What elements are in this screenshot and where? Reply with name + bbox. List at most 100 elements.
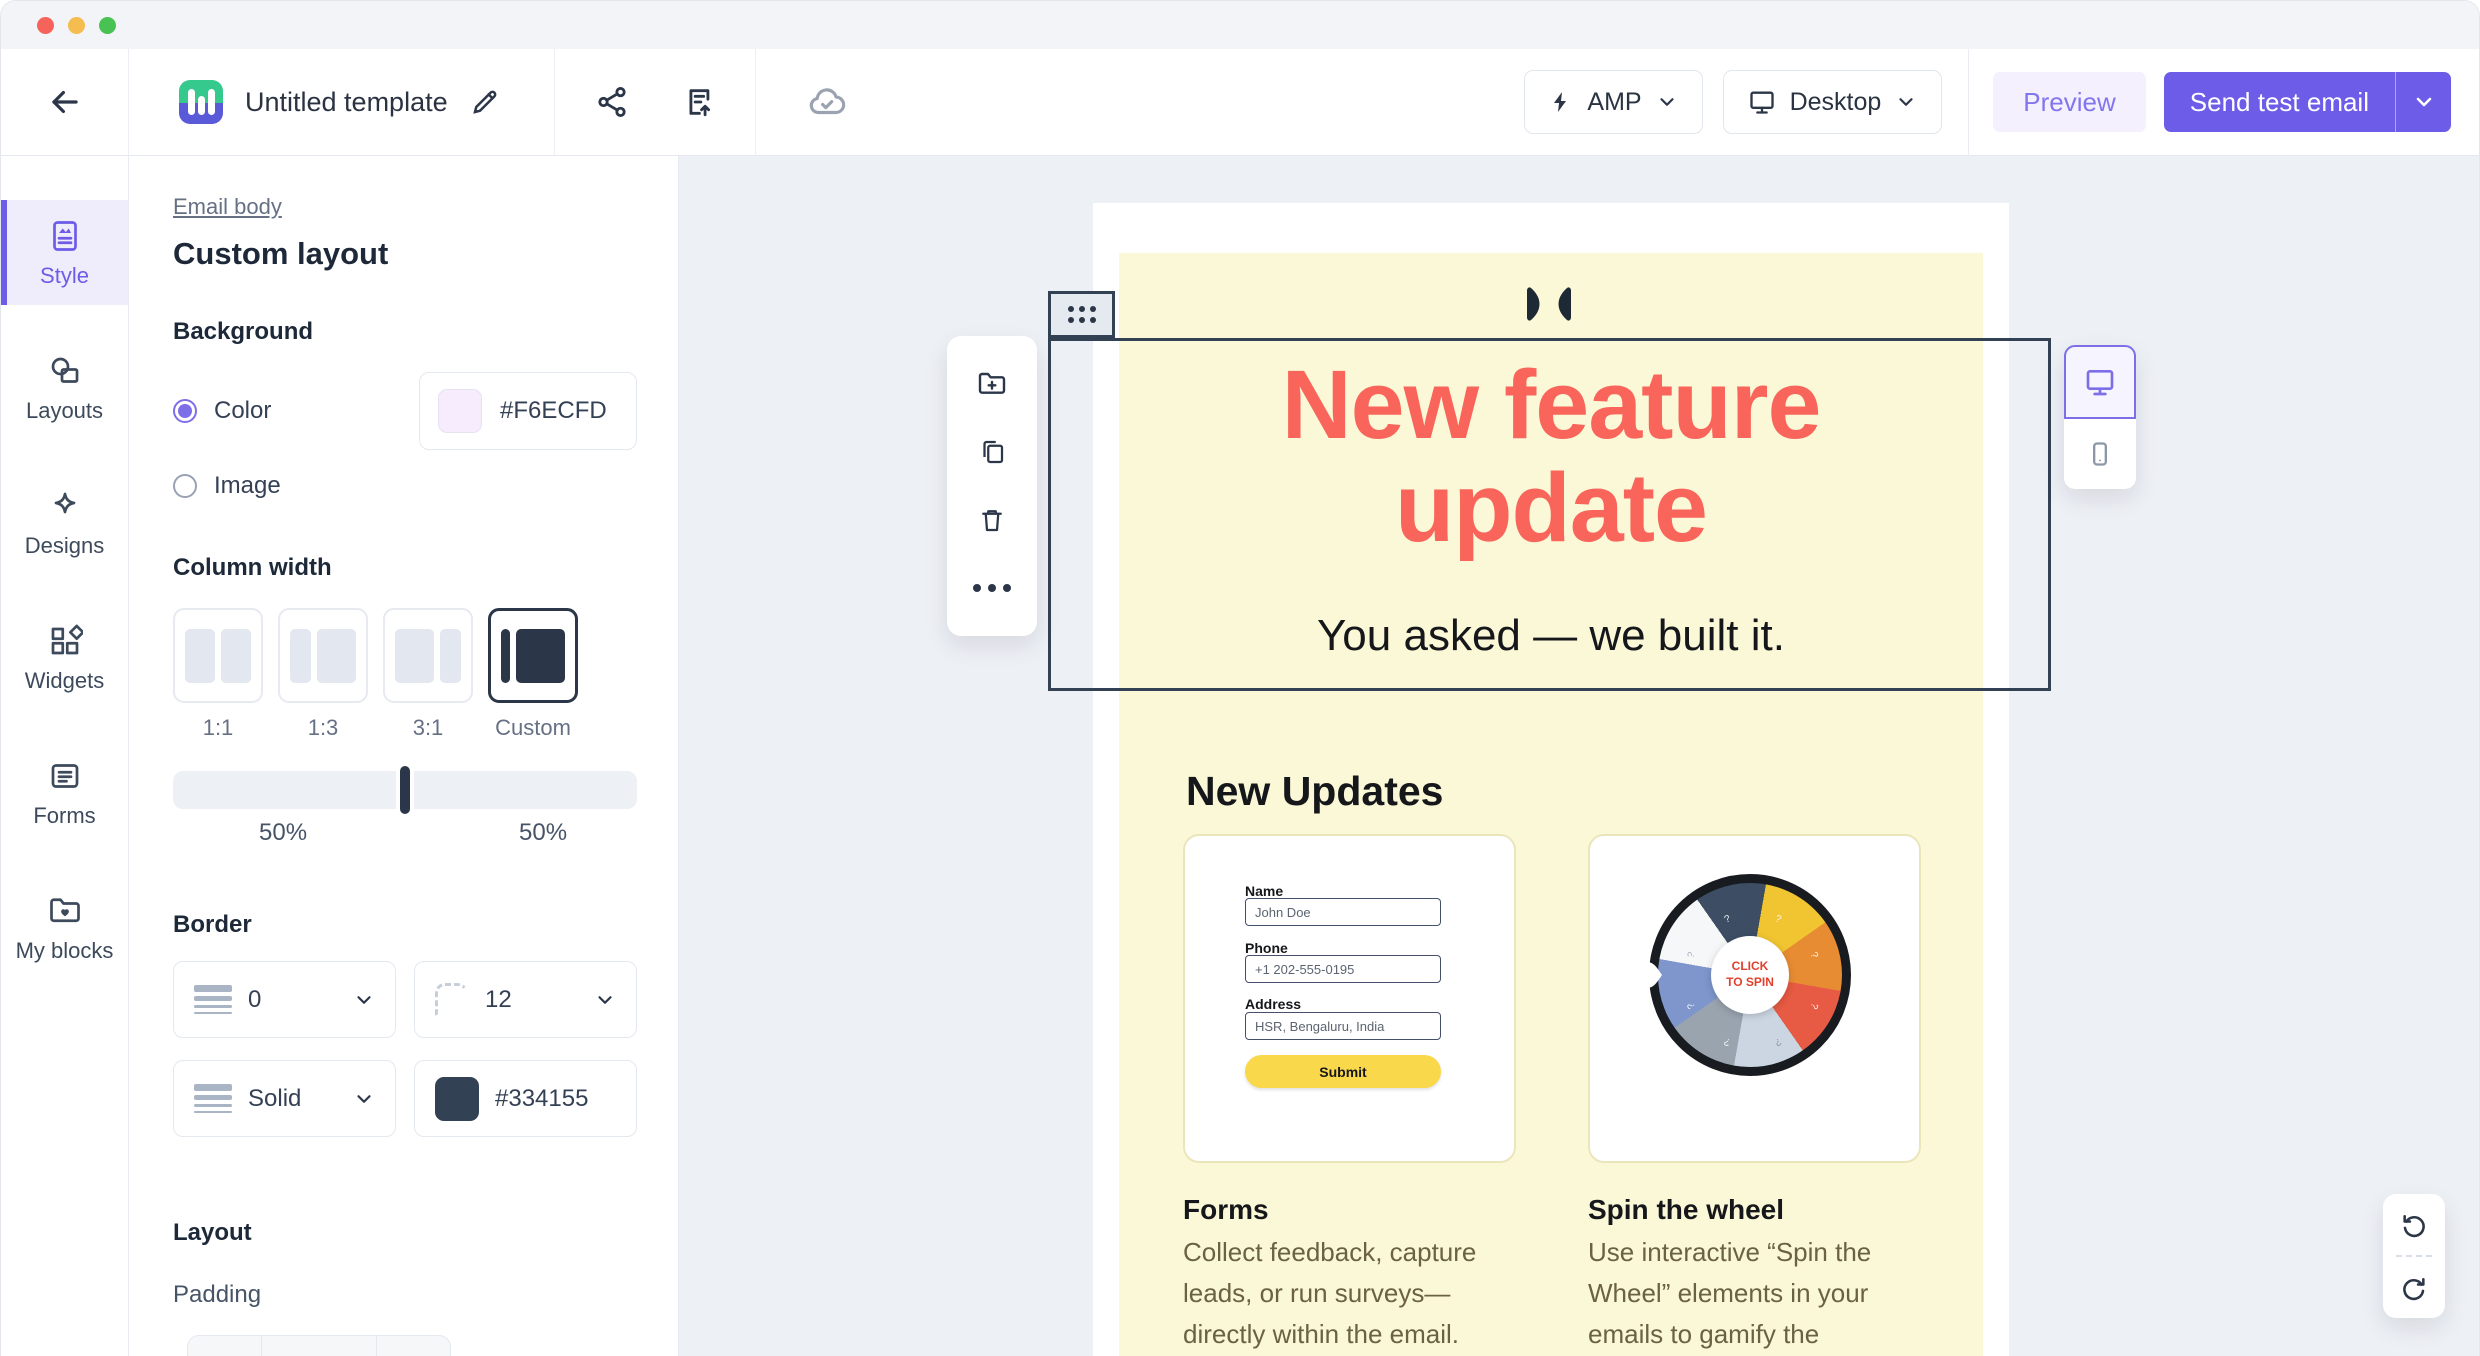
border-width-value: 0 <box>248 986 261 1014</box>
block-resize-handle[interactable] <box>1524 286 1574 327</box>
zoom-window-button[interactable] <box>99 17 116 34</box>
form-name-input[interactable]: John Doe <box>1245 898 1441 926</box>
sidebar-item-my-blocks[interactable]: My blocks <box>1 875 128 980</box>
send-options-dropdown[interactable] <box>2395 72 2451 132</box>
back-arrow-icon <box>46 83 84 121</box>
email-form-card[interactable]: Name John Doe Phone +1 202-555-0195 Addr… <box>1183 834 1516 1163</box>
redo-icon <box>2400 1274 2428 1302</box>
email-hero-title[interactable]: New feature update <box>1151 354 1951 560</box>
more-options-button[interactable] <box>970 566 1014 610</box>
device-mode-dropdown[interactable]: Desktop <box>1723 70 1943 134</box>
template-name: Untitled template <box>245 87 448 118</box>
form-address-input[interactable]: HSR, Bengaluru, India <box>1245 1012 1441 1040</box>
amp-mode-label: AMP <box>1587 88 1641 117</box>
export-template-icon[interactable] <box>681 85 715 119</box>
border-radius-icon <box>435 983 469 1017</box>
save-to-folder-button[interactable] <box>970 362 1014 406</box>
column-option-3-1[interactable] <box>383 608 473 703</box>
left-column-percent: 50% <box>259 819 307 847</box>
background-color-radio[interactable]: Color <box>173 397 271 425</box>
background-image-radio[interactable]: Image <box>173 472 678 500</box>
redo-button[interactable] <box>2400 1274 2428 1302</box>
chevron-down-icon <box>1895 91 1917 113</box>
border-style-dropdown[interactable]: Solid <box>173 1060 396 1137</box>
layouts-icon <box>47 353 83 389</box>
send-test-email-label: Send test email <box>2164 72 2395 132</box>
padding-top-input[interactable]: 0 <box>262 1336 377 1356</box>
form-phone-input[interactable]: +1 202-555-0195 <box>1245 955 1441 983</box>
drag-dots-icon <box>1068 306 1096 323</box>
amp-mode-dropdown[interactable]: AMP <box>1524 70 1702 134</box>
background-section-label: Background <box>173 318 678 346</box>
toolbar-actions <box>555 49 756 155</box>
forms-icon <box>47 758 83 794</box>
block-drag-handle[interactable] <box>1048 291 1115 338</box>
border-color-input[interactable]: #334155 <box>414 1060 637 1137</box>
border-width-dropdown[interactable]: 0 <box>173 961 396 1038</box>
undo-button[interactable] <box>2400 1211 2428 1239</box>
history-divider <box>2396 1255 2432 1257</box>
smartphone-icon <box>2086 440 2114 468</box>
padding-left-cell[interactable] <box>188 1336 262 1356</box>
sidebar-item-designs[interactable]: Designs <box>1 470 128 575</box>
close-window-button[interactable] <box>37 17 54 34</box>
spin-wheel[interactable]: ? ? ? ? ? ? ? ? CLICK TO SPIN <box>1649 874 1851 1076</box>
spin-feature-text[interactable]: Use interactive “Spin the Wheel” element… <box>1588 1232 1938 1355</box>
style-icon <box>47 218 83 254</box>
column-option-1-3[interactable] <box>278 608 368 703</box>
forms-feature-text[interactable]: Collect feedback, capture leads, or run … <box>1183 1232 1533 1355</box>
preview-button[interactable]: Preview <box>1993 72 2145 132</box>
delete-block-button[interactable] <box>970 498 1014 542</box>
border-radius-value: 12 <box>485 986 512 1014</box>
form-address-label: Address <box>1245 996 1301 1012</box>
column-option-1-1[interactable] <box>173 608 263 703</box>
forms-feature-title[interactable]: Forms <box>1183 1194 1269 1226</box>
minimize-window-button[interactable] <box>68 17 85 34</box>
spin-feature-title[interactable]: Spin the wheel <box>1588 1194 1784 1226</box>
sparkle-icon <box>47 488 83 524</box>
edit-title-icon[interactable] <box>470 87 500 117</box>
sidebar-item-forms[interactable]: Forms <box>1 740 128 845</box>
email-section-title[interactable]: New Updates <box>1186 768 1443 815</box>
column-option-label: 1:3 <box>278 715 368 741</box>
editor-canvas: New feature update You asked — we built … <box>679 156 2479 1356</box>
sidebar-item-style[interactable]: Style <box>1 200 128 305</box>
column-width-slider[interactable] <box>173 771 637 809</box>
breadcrumb-email-body[interactable]: Email body <box>173 194 282 220</box>
preview-device-toggle <box>2064 345 2136 489</box>
sidebar-item-label: Widgets <box>25 668 104 694</box>
device-mode-label: Desktop <box>1790 88 1882 117</box>
trash-icon <box>977 505 1007 535</box>
sidebar-item-widgets[interactable]: Widgets <box>1 605 128 710</box>
column-option-label: 3:1 <box>383 715 473 741</box>
share-icon[interactable] <box>595 85 629 119</box>
folder-add-icon <box>976 368 1008 400</box>
column-option-custom[interactable] <box>488 608 578 703</box>
cloud-saved-icon <box>806 81 848 123</box>
padding-right-cell[interactable] <box>377 1336 450 1356</box>
radio-unselected-icon <box>173 474 197 498</box>
sidebar-item-layouts[interactable]: Layouts <box>1 335 128 440</box>
form-submit-button[interactable]: Submit <box>1245 1055 1441 1088</box>
mobile-preview-button[interactable] <box>2064 419 2136 489</box>
desktop-preview-button[interactable] <box>2064 345 2136 419</box>
click-to-spin-button[interactable]: CLICK TO SPIN <box>1711 936 1789 1014</box>
duplicate-block-button[interactable] <box>970 430 1014 474</box>
monitor-icon <box>1748 88 1776 116</box>
widgets-icon <box>47 623 83 659</box>
color-option-label: Color <box>214 397 271 425</box>
style-panel: Email body Custom layout Background Colo… <box>129 156 679 1356</box>
background-color-input[interactable]: #F6ECFD <box>419 372 637 450</box>
right-column-percent: 50% <box>519 819 567 847</box>
form-phone-label: Phone <box>1245 940 1288 956</box>
email-spin-wheel-card[interactable]: ? ? ? ? ? ? ? ? CLICK TO SPIN <box>1588 834 1921 1163</box>
send-test-email-button[interactable]: Send test email <box>2164 72 2451 132</box>
resize-triangles-icon <box>1524 286 1574 322</box>
border-radius-dropdown[interactable]: 12 <box>414 961 637 1038</box>
back-button[interactable] <box>1 49 129 155</box>
email-hero-subtitle[interactable]: You asked — we built it. <box>1151 611 1951 661</box>
border-section-label: Border <box>173 911 678 939</box>
panel-title: Custom layout <box>173 236 678 272</box>
undo-redo-toolbar <box>2383 1194 2445 1318</box>
slider-handle[interactable] <box>400 766 410 814</box>
